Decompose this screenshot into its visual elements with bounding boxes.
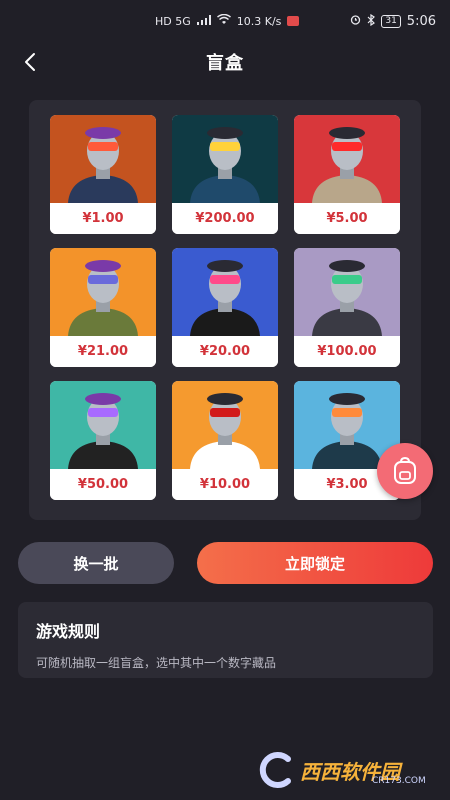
- nft-avatar-image: [294, 248, 400, 336]
- avatar-body: [312, 441, 382, 469]
- change-batch-button[interactable]: 换一批: [18, 542, 174, 584]
- avatar-hat: [207, 127, 243, 139]
- blind-box-card[interactable]: ¥50.00: [50, 381, 156, 500]
- avatar-visor: [88, 408, 118, 417]
- chevron-left-icon: [25, 53, 35, 71]
- signal-icon: [196, 14, 211, 28]
- page-title: 盲盒: [206, 53, 244, 74]
- backpack-icon: [394, 457, 416, 484]
- avatar-visor: [332, 142, 362, 151]
- avatar-body: [190, 308, 260, 336]
- nft-avatar-image: [172, 115, 278, 203]
- avatar-visor: [210, 142, 240, 151]
- status-left: HD 5G 10.3 K/s: [155, 13, 300, 28]
- rules-title: 游戏规则: [36, 622, 101, 641]
- avatar-figure: [312, 127, 382, 203]
- nft-avatar-image: [172, 381, 278, 469]
- price-label: ¥200.00: [172, 203, 278, 234]
- blind-box-card[interactable]: ¥5.00: [294, 115, 400, 234]
- avatar-body: [312, 308, 382, 336]
- price-label: ¥21.00: [50, 336, 156, 367]
- avatar-figure: [190, 393, 260, 469]
- nft-avatar-image: [50, 248, 156, 336]
- avatar-body: [68, 308, 138, 336]
- avatar-visor: [88, 275, 118, 284]
- lock-now-button[interactable]: 立即锁定: [197, 542, 433, 584]
- nft-avatar-image: [50, 115, 156, 203]
- avatar-hat: [329, 260, 365, 272]
- blind-box-card[interactable]: ¥200.00: [172, 115, 278, 234]
- watermark-logo: 西西软件园 CR173.COM: [256, 748, 434, 792]
- battery-indicator: 31: [381, 14, 401, 28]
- game-rules-panel: 游戏规则 可随机抽取一组盲盒，选中其中一个数字藏品: [18, 602, 433, 678]
- price-label: ¥20.00: [172, 336, 278, 367]
- avatar-figure: [190, 127, 260, 203]
- screen-record-icon: [287, 16, 300, 26]
- avatar-figure: [68, 127, 138, 203]
- price-label: ¥100.00: [294, 336, 400, 367]
- nav-bar: 盲盒: [0, 42, 450, 82]
- price-label: ¥5.00: [294, 203, 400, 234]
- status-right: 31 5:06: [350, 13, 436, 29]
- avatar-hat: [207, 260, 243, 272]
- watermark-url: CR173.COM: [372, 776, 426, 786]
- network-speed: 10.3 K/s: [236, 14, 282, 28]
- avatar-hat: [85, 260, 121, 272]
- backpack-button[interactable]: [377, 443, 433, 499]
- price-label: ¥1.00: [50, 203, 156, 234]
- avatar-visor: [332, 408, 362, 417]
- avatar-body: [190, 441, 260, 469]
- price-label: ¥50.00: [50, 469, 156, 500]
- alarm-icon: [350, 14, 361, 28]
- avatar-visor: [88, 142, 118, 151]
- wifi-icon: [216, 13, 231, 28]
- clock: 5:06: [406, 13, 436, 29]
- avatar-figure: [312, 260, 382, 336]
- avatar-body: [68, 441, 138, 469]
- avatar-visor: [210, 275, 240, 284]
- avatar-figure: [68, 260, 138, 336]
- rules-description: 可随机抽取一组盲盒，选中其中一个数字藏品: [36, 656, 277, 670]
- status-bar: HD 5G 10.3 K/s 31 5:06: [0, 0, 450, 42]
- nft-avatar-image: [172, 248, 278, 336]
- blind-box-grid: ¥1.00 ¥200.00 ¥5.00 ¥21.00 ¥20.00 ¥100.0…: [29, 100, 421, 520]
- avatar-hat: [85, 127, 121, 139]
- blind-box-card[interactable]: ¥20.00: [172, 248, 278, 367]
- blind-box-card[interactable]: ¥100.00: [294, 248, 400, 367]
- price-label: ¥10.00: [172, 469, 278, 500]
- avatar-hat: [329, 127, 365, 139]
- network-indicator: HD 5G: [155, 14, 191, 28]
- avatar-body: [190, 175, 260, 203]
- watermark-c-icon: [259, 752, 291, 788]
- nft-avatar-image: [294, 115, 400, 203]
- blind-box-card[interactable]: ¥10.00: [172, 381, 278, 500]
- avatar-visor: [332, 275, 362, 284]
- avatar-hat: [329, 393, 365, 405]
- blind-box-card[interactable]: ¥21.00: [50, 248, 156, 367]
- avatar-figure: [190, 260, 260, 336]
- avatar-hat: [85, 393, 121, 405]
- avatar-figure: [68, 393, 138, 469]
- avatar-body: [68, 175, 138, 203]
- nft-avatar-image: [50, 381, 156, 469]
- bluetooth-icon: [367, 13, 376, 29]
- back-button[interactable]: [16, 48, 44, 76]
- avatar-visor: [210, 408, 240, 417]
- blind-box-card[interactable]: ¥1.00: [50, 115, 156, 234]
- avatar-body: [312, 175, 382, 203]
- avatar-hat: [207, 393, 243, 405]
